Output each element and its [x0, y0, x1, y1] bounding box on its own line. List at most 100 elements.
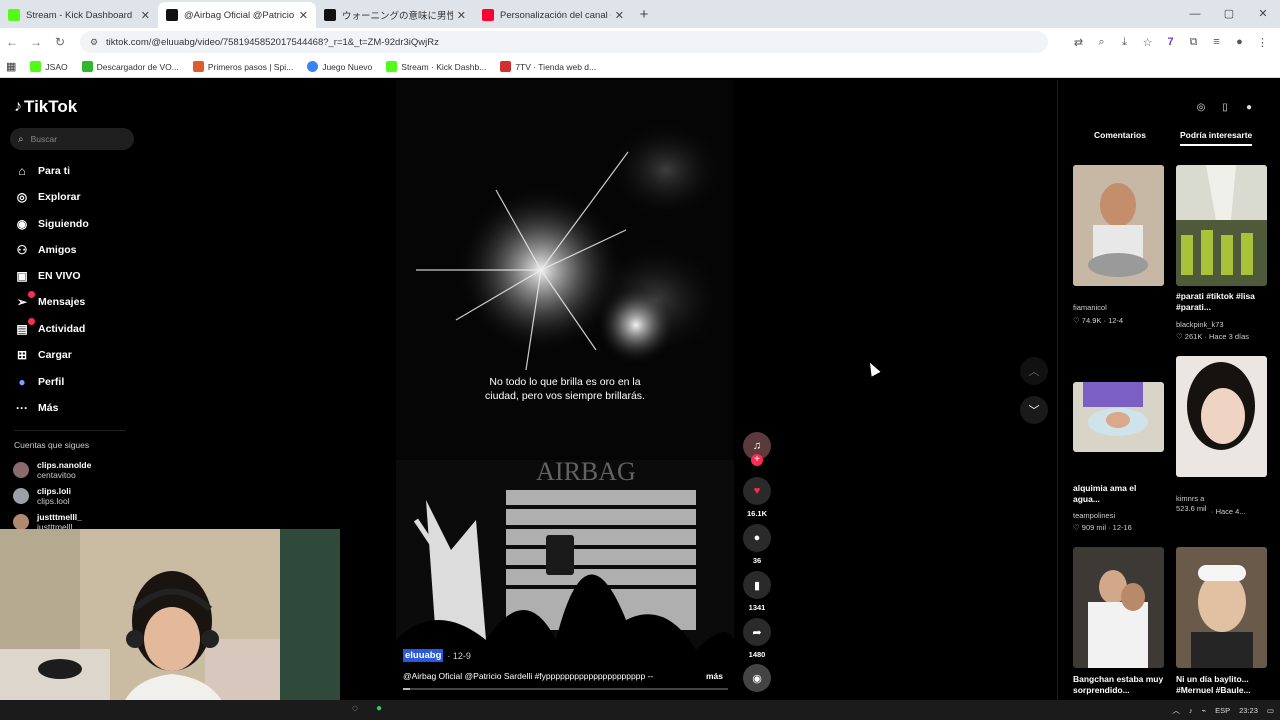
video-username[interactable]: eluuabg: [403, 649, 444, 662]
nav-perfil[interactable]: ● Perfil: [14, 375, 64, 389]
bookmark-item[interactable]: 7TV · Tienda web d...: [500, 61, 596, 72]
minimize-icon[interactable]: —: [1178, 0, 1212, 28]
suggested-video-thumbnail[interactable]: [1176, 547, 1267, 668]
nav-mas[interactable]: ··· Más: [14, 401, 58, 415]
comment-action[interactable]: ● 36: [741, 524, 773, 565]
browser-tab[interactable]: Stream - Kick Dashboard ✕: [0, 2, 158, 28]
nav-explorar[interactable]: ◎ Explorar: [14, 190, 81, 204]
device-icon[interactable]: ▯: [1216, 102, 1234, 113]
video-caption[interactable]: Bangchan estaba muy sorprendido...: [1073, 674, 1168, 696]
more-description-button[interactable]: más: [706, 671, 723, 681]
tab-podria-interesarte[interactable]: Podría interesarte: [1180, 130, 1253, 146]
reading-list-icon[interactable]: ≡: [1205, 36, 1228, 48]
extension-7tv-icon[interactable]: 7: [1159, 36, 1182, 48]
creator-avatar-button[interactable]: ♫ +: [741, 432, 773, 466]
tray-arrow-icon[interactable]: ︿: [1172, 705, 1180, 716]
new-tab-button[interactable]: +: [632, 2, 656, 28]
tiktok-logo[interactable]: ♪ TikTok: [14, 97, 77, 117]
previous-video-button[interactable]: ︿: [1020, 357, 1048, 385]
back-icon[interactable]: ←: [0, 35, 24, 49]
close-tab-icon[interactable]: ✕: [615, 9, 624, 22]
bookmark-item[interactable]: Descargador de VO...: [81, 61, 179, 72]
url-field[interactable]: ⚙ tiktok.com/@eluuabg/video/758194585201…: [80, 31, 1048, 53]
bookmark-star-icon[interactable]: ☆: [1136, 36, 1159, 49]
close-tab-icon[interactable]: ✕: [299, 9, 308, 22]
like-action[interactable]: ♥ 16.1K: [741, 477, 773, 518]
close-tab-icon[interactable]: ✕: [457, 9, 466, 22]
close-window-icon[interactable]: ✕: [1246, 0, 1280, 28]
thumbnail-image: [1176, 165, 1267, 286]
music-disc-button[interactable]: ◉: [741, 664, 773, 692]
nav-mensajes[interactable]: ➢ Mensajes: [14, 291, 85, 309]
extensions-icon[interactable]: ⧉: [1182, 36, 1205, 49]
tab-comentarios[interactable]: Comentarios: [1094, 130, 1146, 140]
taskbar-app-icon[interactable]: ◌: [352, 703, 358, 714]
maximize-icon[interactable]: ▢: [1212, 0, 1246, 28]
nav-cargar[interactable]: ⊞ Cargar: [14, 348, 72, 362]
reload-icon[interactable]: ↻: [48, 35, 72, 49]
video-author[interactable]: eluuabg · 12-9: [403, 649, 471, 662]
profile-avatar-icon[interactable]: ●: [1228, 36, 1251, 48]
bookmark-label: Stream · Kick Dashb...: [401, 61, 487, 72]
like-count: 16.1K: [746, 509, 767, 518]
right-panel: ◎ ▯ ● Comentarios Podría interesarte fia…: [1057, 80, 1280, 700]
bookmark-icon[interactable]: ▮: [743, 571, 771, 599]
follow-plus-icon[interactable]: +: [751, 454, 763, 466]
following-account[interactable]: clips.nanolde centavitoo: [13, 460, 91, 480]
video-caption[interactable]: Ni un día baylito... #Mernuel #Baule...: [1176, 674, 1271, 696]
account-name: clips.loli: [37, 486, 72, 496]
video-caption[interactable]: alquimia ama el agua...: [1073, 483, 1163, 505]
comment-icon[interactable]: ●: [743, 524, 771, 552]
forward-icon[interactable]: →: [24, 35, 48, 49]
share-icon[interactable]: ➦: [743, 618, 771, 646]
music-disc-icon[interactable]: ◉: [743, 664, 771, 692]
suggested-video-thumbnail[interactable]: [1073, 547, 1164, 668]
bookmark-item[interactable]: Juego Nuevo: [307, 61, 372, 72]
translate-icon[interactable]: ⇄: [1067, 36, 1090, 49]
thumbnail-image: [1073, 165, 1164, 286]
bookmark-item[interactable]: JSAO: [30, 61, 68, 72]
nav-actividad[interactable]: ▤ Actividad: [14, 318, 85, 336]
clock[interactable]: 23:23: [1239, 706, 1258, 715]
install-icon[interactable]: ⤓: [1113, 36, 1136, 49]
bookmark-item[interactable]: Primeros pasos | Spi...: [192, 61, 293, 72]
suggested-video-thumbnail[interactable]: [1176, 356, 1267, 477]
suggested-video-thumbnail[interactable]: [1176, 165, 1267, 286]
volume-icon[interactable]: ♪: [1189, 706, 1193, 715]
following-account[interactable]: clips.loli clips.lool: [13, 486, 71, 506]
zoom-icon[interactable]: ⌕: [1090, 36, 1113, 49]
coins-icon[interactable]: ◎: [1192, 102, 1210, 113]
video-progress-bar[interactable]: [403, 688, 728, 690]
browser-menu-icon[interactable]: ⋮: [1251, 36, 1274, 49]
close-tab-icon[interactable]: ✕: [141, 9, 150, 22]
next-video-button[interactable]: ﹀: [1020, 396, 1048, 424]
spotify-icon[interactable]: ●: [376, 703, 382, 714]
video-author[interactable]: kimnrs a 523.6 mil: [1176, 494, 1216, 514]
video-author[interactable]: blackpink_k73: [1176, 320, 1224, 330]
nav-para-ti[interactable]: ⌂ Para ti: [14, 164, 70, 178]
video-caption[interactable]: #parati #tiktok #lisa #parati...: [1176, 291, 1266, 313]
network-icon[interactable]: ⌁: [1202, 706, 1207, 715]
heart-icon[interactable]: ♥: [743, 477, 771, 505]
nav-siguiendo[interactable]: ◉ Siguiendo: [14, 217, 89, 231]
tab-title: Personalización del canal - You: [500, 9, 611, 21]
site-info-icon[interactable]: ⚙: [90, 37, 100, 48]
suggested-video-thumbnail[interactable]: [1073, 382, 1164, 452]
video-player[interactable]: AIRBAG No todo lo que brilla es oro en l…: [396, 80, 734, 700]
search-input[interactable]: ⌕ Buscar: [10, 128, 134, 150]
nav-en-vivo[interactable]: ▣ EN VIVO: [14, 269, 80, 283]
video-author[interactable]: fiamanicol: [1073, 303, 1107, 313]
browser-tab[interactable]: Personalización del canal - You ✕: [474, 2, 632, 28]
bookmark-item[interactable]: Stream · Kick Dashb...: [386, 61, 486, 72]
video-author[interactable]: teampolinesi: [1073, 511, 1115, 521]
browser-tab[interactable]: ウォーニングの意味に男性が大喜 ✕: [316, 2, 474, 28]
notifications-icon[interactable]: ▭: [1267, 706, 1274, 715]
language-indicator[interactable]: ESP: [1215, 706, 1230, 715]
save-action[interactable]: ▮ 1341: [741, 571, 773, 612]
suggested-video-thumbnail[interactable]: [1073, 165, 1164, 286]
share-action[interactable]: ➦ 1480: [741, 618, 773, 659]
browser-tab-active[interactable]: @Airbag Oficial @Patricio Sard ✕: [158, 2, 316, 28]
profile-avatar[interactable]: ●: [1240, 102, 1258, 113]
apps-icon[interactable]: ▦: [6, 60, 16, 73]
nav-amigos[interactable]: ⚇ Amigos: [14, 243, 77, 257]
